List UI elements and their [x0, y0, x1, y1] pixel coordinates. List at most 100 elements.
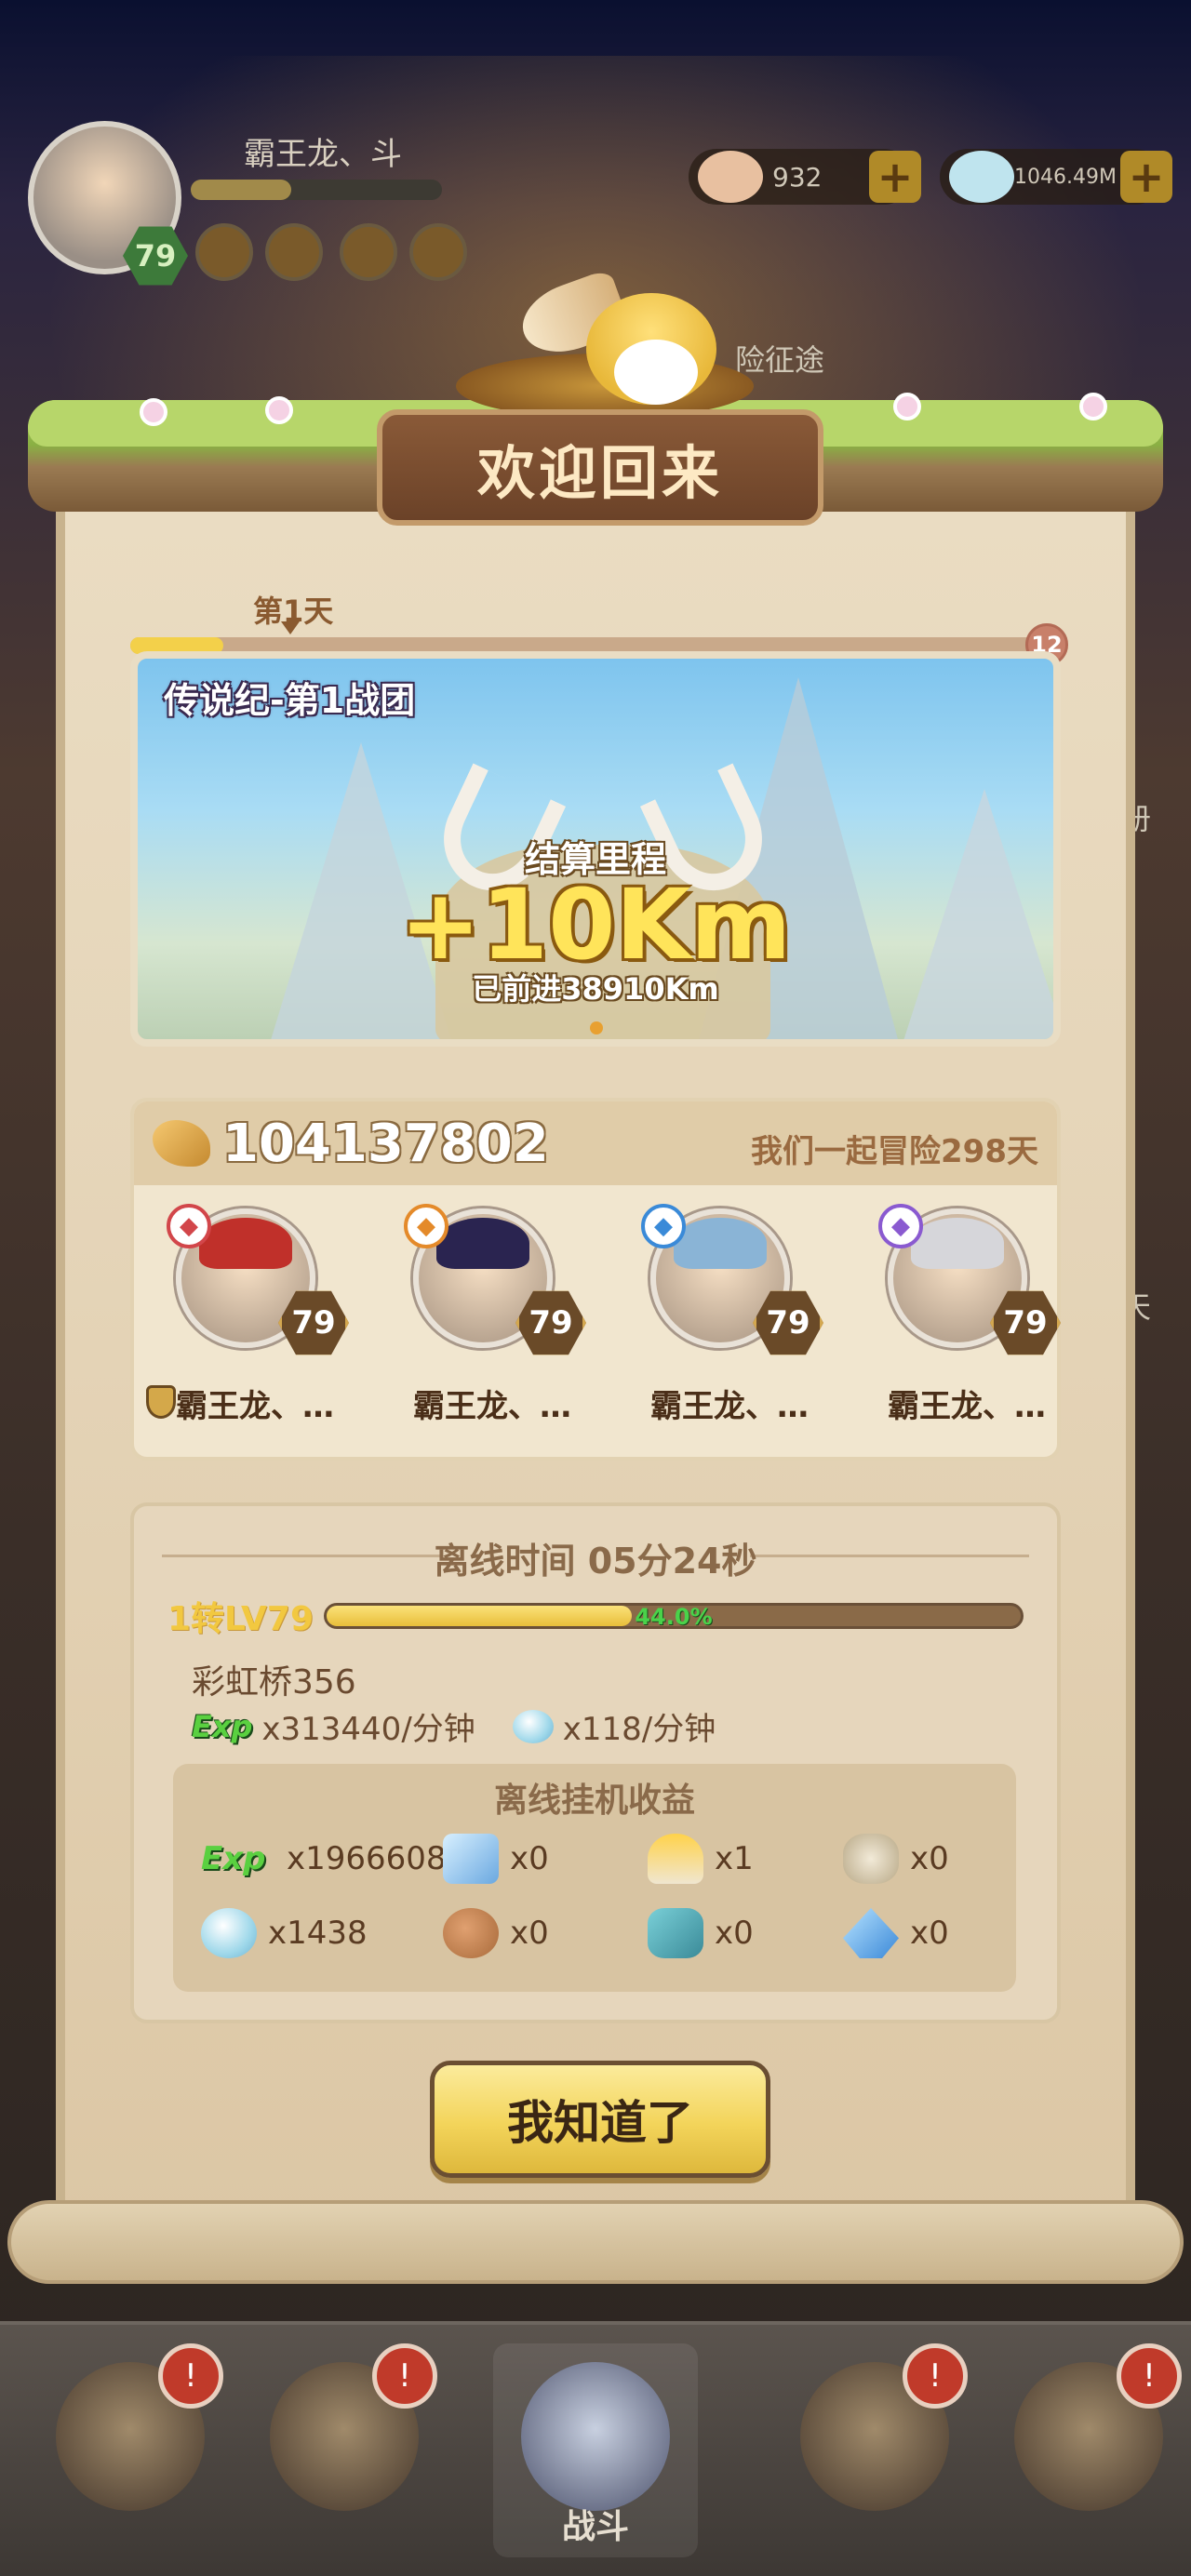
mileage-banner[interactable]: 传说纪-第1战团 结算里程 +10Km 已前进38910Km: [130, 651, 1061, 1047]
reward-item[interactable]: x1: [648, 1831, 754, 1887]
reward-value: x0: [510, 1840, 549, 1877]
hero-card[interactable]: ◆ 79 霸王龙、…: [860, 1199, 1074, 1450]
candle-icon: [648, 1834, 703, 1884]
gem-icon: [201, 1908, 257, 1958]
stage-name: 彩虹桥356: [192, 1663, 356, 1702]
confirm-button-label: 我知道了: [507, 2096, 693, 2150]
notification-bell-icon: !: [372, 2343, 437, 2409]
nav-label-battle: 战斗: [561, 2508, 629, 2546]
hero-card[interactable]: ◆ 79 霸王龙、…: [622, 1199, 836, 1450]
gem-icon: [949, 151, 1014, 203]
hero-name: 霸王龙、…: [888, 1388, 1046, 1425]
flower-icon: [265, 396, 293, 424]
resource-counter-meat: 932 +: [689, 149, 921, 205]
reward-value: x0: [510, 1915, 549, 1952]
reward-value: x1966608: [287, 1840, 447, 1877]
hero-name: 霸王龙、…: [650, 1388, 809, 1425]
day-marker-icon: [281, 621, 300, 634]
dialog-title: 欢迎回来: [476, 438, 723, 507]
page-indicator-dot: [590, 1021, 603, 1034]
resource-counter-gem: 1046.49M +: [940, 149, 1172, 205]
adventure-days-text: 我们一起冒险298天: [751, 1133, 1038, 1170]
notification-bell-icon: !: [158, 2343, 223, 2409]
element-icon: ◆: [167, 1204, 211, 1248]
reward-item[interactable]: x0: [843, 1831, 949, 1887]
skill-icon[interactable]: [340, 223, 397, 281]
meat-icon: [698, 151, 763, 203]
offline-panel: 离线时间 05分24秒 1转LV79 44.0% 彩虹桥356 Exp x313…: [130, 1502, 1061, 2023]
reward-item[interactable]: x1438: [201, 1905, 368, 1961]
hero-name: 霸王龙、…: [413, 1388, 571, 1425]
add-gem-button[interactable]: +: [1120, 151, 1172, 203]
element-icon: ◆: [641, 1204, 686, 1248]
dialog-title-plate: 欢迎回来: [377, 409, 823, 526]
skill-icon[interactable]: [265, 223, 323, 281]
level-progress-text: 44.0%: [635, 1604, 713, 1630]
team-panel: 104137802 我们一起冒险298天 ◆ 79 霸王龙、… ◆ 79 霸王龙、… ◆ 79…: [130, 1098, 1061, 1461]
team-title: 传说纪-第1战团: [164, 680, 416, 721]
flower-icon: [893, 393, 921, 420]
exp-icon: Exp: [192, 1708, 253, 1744]
power-arm-icon: [153, 1120, 210, 1167]
mascot-horn-bird-icon: [513, 256, 763, 423]
flower-icon: [140, 398, 167, 426]
mileage-total: 已前进38910Km: [472, 971, 719, 1007]
element-icon: ◆: [404, 1204, 448, 1248]
resource-value: 932: [772, 161, 823, 193]
hero-hair: [199, 1218, 292, 1269]
flower-icon: [1079, 393, 1107, 420]
confirm-button[interactable]: 我知道了: [430, 2061, 770, 2178]
hero-hair: [436, 1218, 529, 1269]
offline-rewards-title: 离线挂机收益: [493, 1782, 695, 1820]
level-progress-bar: 44.0%: [324, 1603, 1024, 1630]
reward-value: x0: [715, 1915, 754, 1952]
skill-icon[interactable]: [195, 223, 253, 281]
mileage-value: +10Km: [399, 868, 792, 981]
reward-value: x0: [910, 1915, 949, 1952]
hero-name: 霸王龙、…: [176, 1388, 334, 1425]
exp-rate: x313440/分钟: [261, 1711, 475, 1748]
hero-card[interactable]: ◆ 79 霸王龙、…: [385, 1199, 599, 1450]
offline-time-title: 离线时间 05分24秒: [434, 1541, 757, 1582]
skill-icon[interactable]: [409, 223, 467, 281]
rebirth-level-label: 1转LV79: [167, 1600, 314, 1638]
reward-item[interactable]: x0: [648, 1905, 754, 1961]
notification-bell-icon: !: [903, 2343, 968, 2409]
nav-item-hero-2[interactable]: !: [242, 2343, 447, 2557]
exp-icon: Exp: [201, 1840, 266, 1877]
scroll-dialog-roll: [7, 2200, 1184, 2284]
nav-item-hero-1[interactable]: !: [28, 2343, 233, 2557]
reward-item[interactable]: Exp x1966608: [201, 1831, 447, 1887]
player-exp-bar: [191, 180, 442, 200]
blue-crystal-icon: [843, 1908, 899, 1958]
reward-value: x1: [715, 1840, 754, 1877]
bottom-nav: ! ! 战斗 ! !: [0, 2321, 1191, 2576]
offline-rewards-box: 离线挂机收益 Exp x1966608 x0 x1 x0 x1438 x0 x0 x0: [173, 1764, 1016, 1992]
nav-item-hero-4[interactable]: !: [986, 2343, 1191, 2557]
reward-value: x0: [910, 1840, 949, 1877]
meat-icon: [443, 1908, 499, 1958]
player-name: 霸王龙、斗: [244, 136, 402, 173]
hero-hair: [674, 1218, 767, 1269]
gem-icon: [512, 1709, 554, 1743]
team-header: 104137802 我们一起冒险298天: [134, 1101, 1057, 1185]
add-resource-button[interactable]: +: [869, 151, 921, 203]
team-power-value: 104137802: [222, 1114, 549, 1174]
notification-bell-icon: !: [1117, 2343, 1182, 2409]
sword-icon: [521, 2362, 670, 2511]
nav-item-hero-3[interactable]: !: [772, 2343, 977, 2557]
ore-icon: [648, 1908, 703, 1958]
reward-item[interactable]: x0: [443, 1831, 549, 1887]
reward-value: x1438: [268, 1915, 368, 1952]
stone-tablet-icon: [843, 1834, 899, 1884]
element-icon: ◆: [878, 1204, 923, 1248]
resource-value: 1046.49M: [1014, 165, 1117, 189]
offline-rate-row: Exp x313440/分钟 x118/分钟: [192, 1703, 716, 1749]
reward-item[interactable]: x0: [443, 1905, 549, 1961]
nav-item-battle[interactable]: 战斗: [493, 2343, 698, 2557]
crystal-box-icon: [443, 1834, 499, 1884]
reward-item[interactable]: x0: [843, 1905, 949, 1961]
hero-card[interactable]: ◆ 79 霸王龙、…: [146, 1199, 362, 1450]
gem-rate: x118/分钟: [562, 1711, 716, 1748]
hero-hair: [911, 1218, 1004, 1269]
